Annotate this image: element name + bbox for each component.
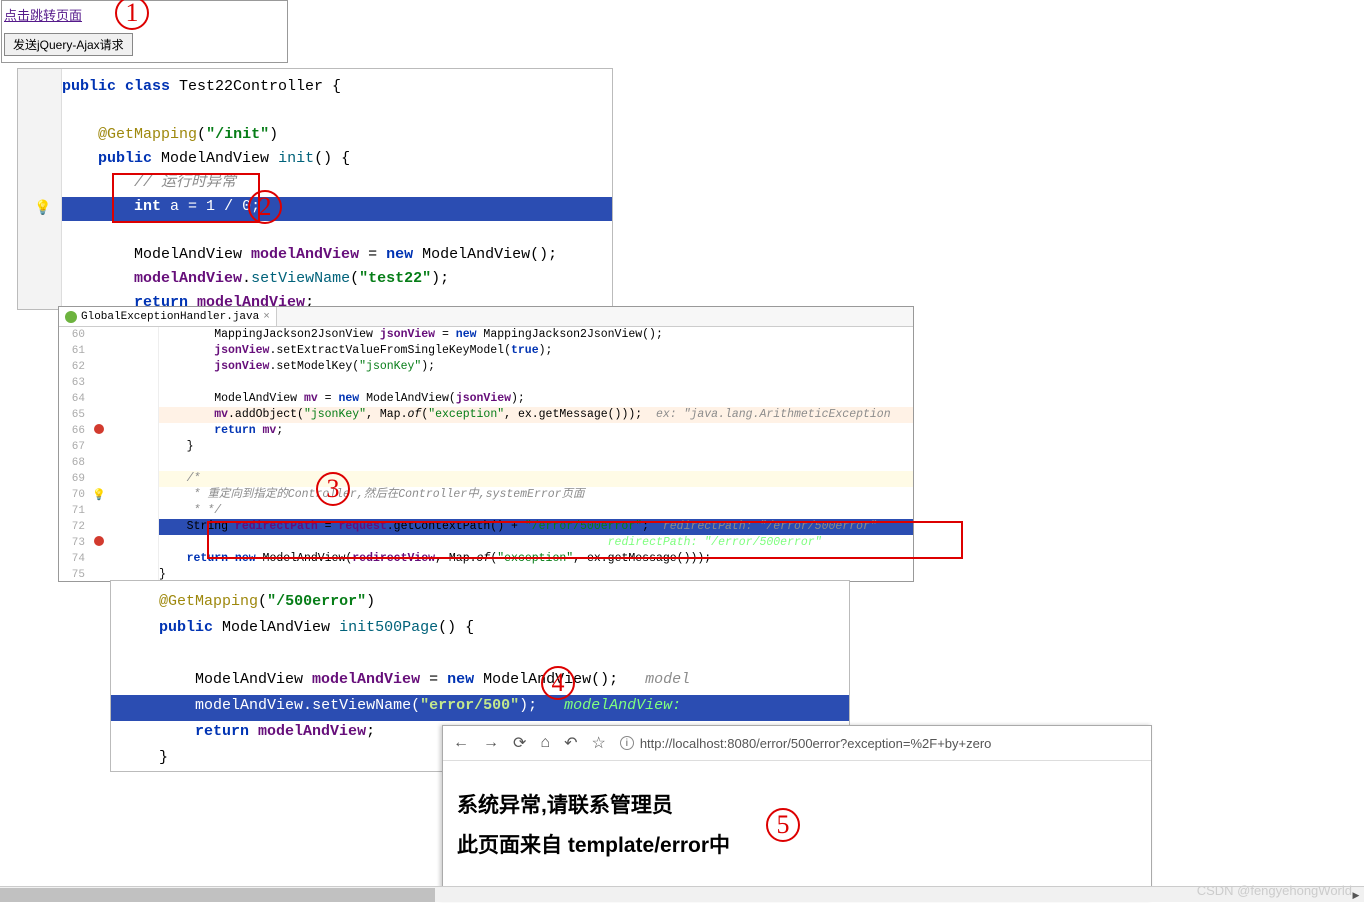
scrollbar-thumb[interactable] bbox=[0, 888, 435, 902]
annotation-5: 5 bbox=[766, 808, 800, 842]
reload-icon[interactable]: ⟳ bbox=[513, 733, 526, 753]
ajax-button[interactable]: 发送jQuery-Ajax请求 bbox=[4, 33, 133, 56]
annotation-4: 4 bbox=[541, 666, 575, 700]
red-highlight-box-2 bbox=[112, 173, 260, 223]
home-icon[interactable]: ⌂ bbox=[540, 734, 550, 752]
bulb-icon[interactable]: 💡 bbox=[92, 490, 106, 502]
annotation-2: 2 bbox=[248, 190, 282, 224]
star-icon[interactable]: ☆ bbox=[591, 733, 605, 753]
info-icon[interactable]: i bbox=[620, 736, 634, 750]
forward-icon[interactable]: → bbox=[483, 734, 499, 752]
tab-label: GlobalExceptionHandler.java bbox=[81, 311, 259, 323]
code-panel-controller: 💡 public class Test22Controller { @GetMa… bbox=[17, 68, 613, 310]
watermark-text: CSDN @fengyehongWorld bbox=[1197, 883, 1352, 898]
close-icon[interactable]: × bbox=[263, 311, 270, 323]
annotation-3: 3 bbox=[316, 472, 350, 506]
browser-toolbar: ← → ⟳ ⌂ ↶ ☆ i http://localhost:8080/erro… bbox=[443, 726, 1151, 761]
horizontal-scrollbar[interactable]: ◀ ▶ bbox=[0, 886, 1364, 902]
editor-tab[interactable]: GlobalExceptionHandler.java × bbox=[59, 307, 277, 326]
jump-link[interactable]: 点击跳转页面 bbox=[4, 8, 82, 23]
undo-icon[interactable]: ↶ bbox=[564, 733, 577, 753]
browser-window: ← → ⟳ ⌂ ↶ ☆ i http://localhost:8080/erro… bbox=[442, 725, 1152, 900]
url-text: http://localhost:8080/error/500error?exc… bbox=[640, 736, 992, 751]
bulb-icon[interactable]: 💡 bbox=[34, 200, 51, 217]
back-icon[interactable]: ← bbox=[453, 734, 469, 752]
ide-panel-exception-handler: GlobalExceptionHandler.java × 60 61 62 6… bbox=[58, 306, 914, 582]
address-bar[interactable]: i http://localhost:8080/error/500error?e… bbox=[620, 736, 992, 751]
java-file-icon bbox=[65, 311, 77, 323]
editor-tabbar: GlobalExceptionHandler.java × bbox=[59, 307, 913, 327]
red-highlight-box-3 bbox=[207, 521, 963, 559]
breakpoint-icon[interactable] bbox=[94, 536, 104, 546]
breakpoint-icon[interactable] bbox=[94, 424, 104, 434]
ide-gutter: 60 61 62 63 64 65 66 67 68 69 70💡 71 72 … bbox=[59, 327, 159, 581]
code-gutter: 💡 bbox=[18, 69, 62, 309]
